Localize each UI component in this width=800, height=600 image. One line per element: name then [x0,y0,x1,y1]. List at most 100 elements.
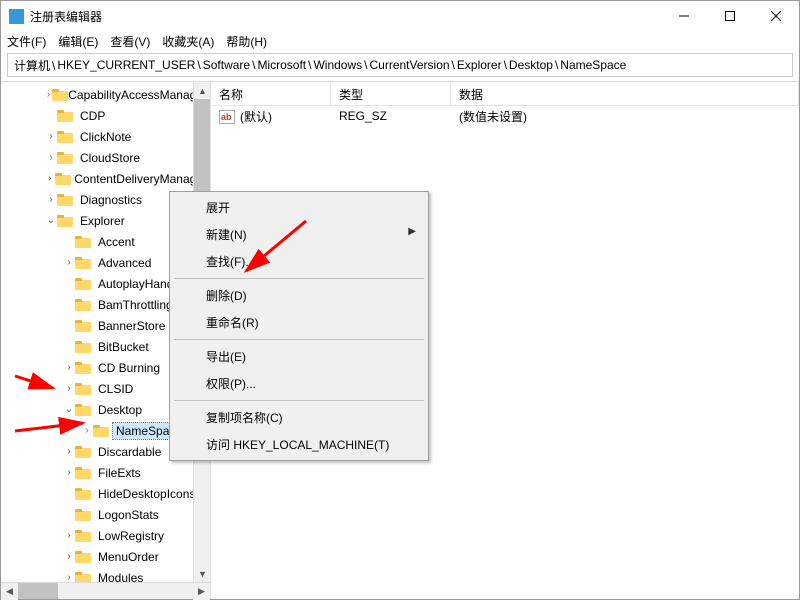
folder-icon [93,425,109,437]
tree-item[interactable]: › LowRegistry [1,525,210,546]
ctx-export[interactable]: 导出(E) [172,343,426,370]
folder-icon [57,152,73,164]
expand-icon[interactable]: › [45,152,57,163]
tree-item[interactable]: ›ContentDeliveryManager [1,168,210,189]
menu-file[interactable]: 文件(F) [7,33,46,50]
tree-item-label: CLSID [95,381,136,397]
tree-item-label: CloudStore [77,150,143,166]
minimize-button[interactable] [661,1,707,31]
expand-icon[interactable]: › [45,131,57,142]
menu-help[interactable]: 帮助(H) [226,33,267,50]
tree-item[interactable]: ›LogonStats [1,504,210,525]
expand-icon[interactable]: › [81,425,93,436]
breadcrumb[interactable]: CurrentVersion [370,58,457,72]
expand-icon[interactable]: › [45,194,57,205]
tree-item-label: Discardable [95,444,164,460]
expand-icon[interactable]: › [63,467,75,478]
list-header: 名称 类型 数据 [211,82,799,106]
ctx-rename[interactable]: 重命名(R) [172,309,426,336]
breadcrumb[interactable]: NameSpace [560,58,630,72]
scroll-down-icon[interactable]: ▼ [194,565,211,582]
folder-icon [75,572,91,583]
expand-icon[interactable]: › [63,257,75,268]
window-title: 注册表编辑器 [30,8,661,25]
collapse-icon[interactable]: ⌄ [63,404,75,415]
tree-item-label: BitBucket [95,339,152,355]
folder-icon [75,446,91,458]
menu-edit[interactable]: 编辑(E) [58,33,98,50]
column-name[interactable]: 名称 [211,82,331,105]
tree-item-label: BamThrottling [95,297,176,313]
context-menu: 展开 新建(N) 查找(F)... 删除(D) 重命名(R) 导出(E) 权限(… [169,191,429,461]
string-value-icon [219,110,235,124]
ctx-find[interactable]: 查找(F)... [172,248,426,275]
value-data-cell: (数值未设置) [451,108,799,125]
scroll-up-icon[interactable]: ▲ [194,82,211,99]
maximize-button[interactable] [707,1,753,31]
tree-item[interactable]: › FileExts [1,462,210,483]
expand-icon[interactable]: › [45,89,52,100]
ctx-delete[interactable]: 删除(D) [172,282,426,309]
tree-item[interactable]: ›MenuOrder [1,546,210,567]
tree-item[interactable]: ›HideDesktopIcons [1,483,210,504]
folder-icon [75,404,91,416]
folder-icon [75,509,91,521]
tree-item[interactable]: ›CDP [1,105,210,126]
folder-icon [57,215,73,227]
folder-icon [75,530,91,542]
scroll-thumb[interactable] [18,583,58,599]
expand-icon[interactable]: › [63,383,75,394]
tree-item[interactable]: ›CapabilityAccessManager [1,84,210,105]
tree-item-label: Accent [95,234,138,250]
ctx-expand[interactable]: 展开 [172,194,426,221]
collapse-icon[interactable]: ⌄ [45,215,57,226]
scroll-right-icon[interactable]: ▶ [193,583,210,600]
tree-item-label: LowRegistry [95,528,167,544]
folder-icon [57,131,73,143]
tree-item-label: ClickNote [77,129,134,145]
value-type-cell: REG_SZ [331,109,451,123]
tree-item-label: CDP [77,108,108,124]
tree-item-label: Modules [95,570,146,583]
tree-item[interactable]: › CloudStore [1,147,210,168]
tree-item-label: Desktop [95,402,145,418]
expand-icon[interactable]: › [63,551,75,562]
close-button[interactable] [753,1,799,31]
breadcrumb[interactable]: Desktop [509,58,560,72]
tree-item-label: FileExts [95,465,144,481]
folder-icon [57,194,73,206]
ctx-new[interactable]: 新建(N) [172,221,426,248]
menu-view[interactable]: 查看(V) [110,33,150,50]
breadcrumb[interactable]: Microsoft [257,58,313,72]
address-bar[interactable]: 计算机 HKEY_CURRENT_USER Software Microsoft… [7,53,793,77]
scroll-thumb[interactable] [194,99,210,199]
tree-item[interactable]: › ClickNote [1,126,210,147]
ctx-go-hklm[interactable]: 访问 HKEY_LOCAL_MACHINE(T) [172,431,426,458]
ctx-copy-key-name[interactable]: 复制项名称(C) [172,404,426,431]
app-icon [9,9,24,24]
tree-item-label: Explorer [77,213,128,229]
expand-icon[interactable]: › [63,572,75,582]
column-data[interactable]: 数据 [451,82,799,105]
folder-icon [75,467,91,479]
value-name-cell: (默认) [211,108,331,125]
expand-icon[interactable]: › [63,446,75,457]
ctx-permissions[interactable]: 权限(P)... [172,370,426,397]
menu-favorites[interactable]: 收藏夹(A) [162,33,214,50]
breadcrumb[interactable]: Windows [313,58,369,72]
tree-item-label: CD Burning [95,360,163,376]
breadcrumb[interactable]: Software [203,58,258,72]
column-type[interactable]: 类型 [331,82,451,105]
expand-icon[interactable]: › [63,362,75,373]
list-item[interactable]: (默认) REG_SZ (数值未设置) [211,106,799,126]
tree-item[interactable]: › Modules [1,567,210,582]
expand-icon[interactable]: › [45,173,55,184]
folder-icon [75,362,91,374]
breadcrumb[interactable]: 计算机 [14,57,57,74]
folder-icon [75,299,91,311]
expand-icon[interactable]: › [63,530,75,541]
breadcrumb[interactable]: Explorer [457,58,509,72]
breadcrumb[interactable]: HKEY_CURRENT_USER [57,58,202,72]
tree-horizontal-scrollbar[interactable]: ◀ ▶ [1,582,210,599]
scroll-left-icon[interactable]: ◀ [1,583,18,600]
